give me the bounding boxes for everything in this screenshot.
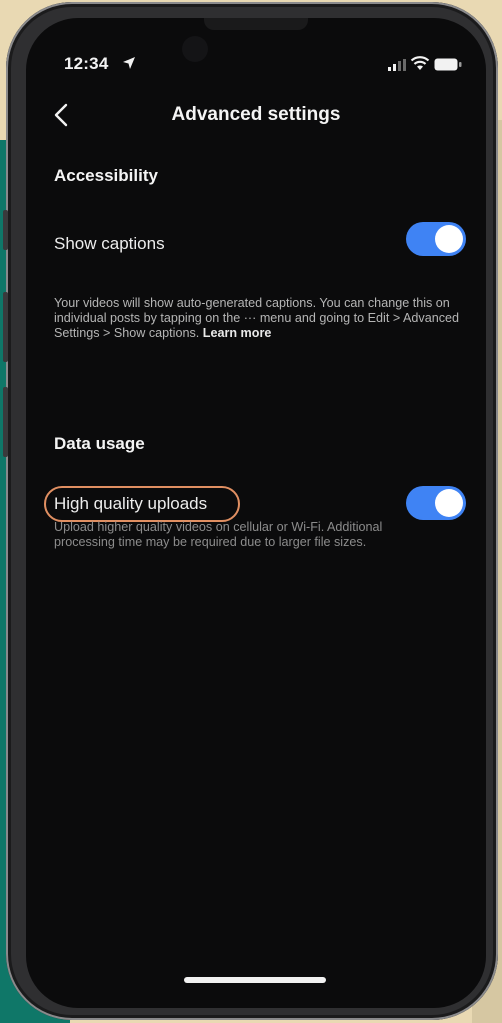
front-camera <box>182 36 208 62</box>
silent-switch <box>3 210 8 250</box>
learn-more-link[interactable]: Learn more <box>203 326 272 340</box>
cellular-signal-icon <box>388 59 406 71</box>
wifi-icon <box>410 56 430 70</box>
show-captions-label: Show captions <box>54 234 165 253</box>
high-quality-uploads-description: Upload higher quality videos on cellular… <box>54 520 383 549</box>
section-header-data-usage: Data usage <box>54 434 145 453</box>
speaker-notch <box>204 18 308 30</box>
toggle-knob <box>435 225 463 253</box>
section-header-accessibility: Accessibility <box>54 166 158 185</box>
volume-up-button <box>3 292 8 362</box>
home-indicator[interactable] <box>184 977 326 983</box>
volume-down-button <box>3 387 8 457</box>
location-arrow-icon <box>123 57 135 69</box>
show-captions-description: Your videos will show auto-generated cap… <box>54 296 464 341</box>
page-title: Advanced settings <box>171 104 341 125</box>
phone-screen: 12:34 Advanced settings Accessibility Sh… <box>26 18 486 1008</box>
toggle-knob <box>435 489 463 517</box>
high-quality-uploads-toggle[interactable] <box>406 486 466 520</box>
phone-frame: 12:34 Advanced settings Accessibility Sh… <box>3 2 498 1020</box>
status-time: 12:34 <box>64 54 109 73</box>
battery-icon <box>434 58 462 71</box>
show-captions-toggle[interactable] <box>406 222 466 256</box>
high-quality-uploads-label: High quality uploads <box>54 494 208 513</box>
